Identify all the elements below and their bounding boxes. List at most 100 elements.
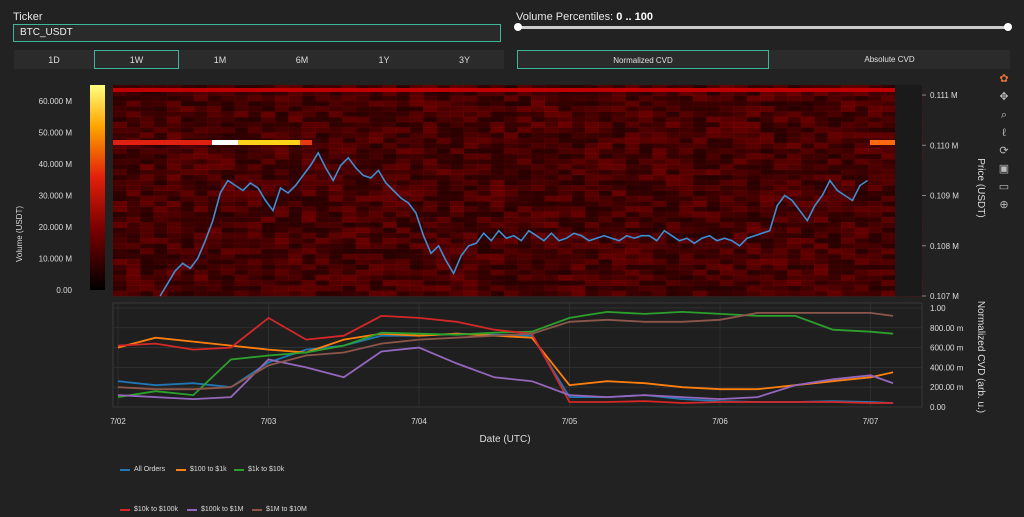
heatmap-cell xyxy=(274,116,289,123)
heatmap-cell xyxy=(450,222,465,228)
heatmap-cell xyxy=(719,248,734,255)
heatmap-cell xyxy=(288,127,303,133)
heatmap-cell xyxy=(504,137,518,144)
heatmap-cell xyxy=(787,95,802,102)
heatmap-cell xyxy=(665,259,680,265)
legend-item-s100k_1m[interactable]: $100k to $1M xyxy=(187,506,243,513)
heatmap-cell xyxy=(126,153,141,160)
heatmap-cell xyxy=(166,248,181,255)
heatmap-cell xyxy=(787,143,802,149)
heatmap-cell xyxy=(773,164,788,170)
heatmap-cell xyxy=(504,106,518,112)
heatmap-cell xyxy=(841,153,856,160)
heatmap-cell xyxy=(746,227,761,234)
heatmap-cell xyxy=(665,280,680,286)
heatmap-cell xyxy=(463,232,478,239)
heatmap-cell xyxy=(423,243,438,250)
heatmap-cell xyxy=(787,264,802,271)
heatmap-cell xyxy=(180,237,195,244)
heatmap-cell xyxy=(409,222,424,228)
heatmap-cell xyxy=(436,185,451,191)
heatmap-cell xyxy=(274,216,289,223)
legend-item-s1m_10m[interactable]: $1M to $10M xyxy=(252,506,307,513)
heatmap-cell xyxy=(207,201,222,207)
heatmap-cell xyxy=(126,269,141,276)
heatmap-cell xyxy=(180,222,195,228)
heatmap-cell xyxy=(409,137,424,144)
heatmap-cell xyxy=(166,185,181,191)
heatmap-cell xyxy=(166,158,181,165)
legend-item-s10k_100k[interactable]: $10k to $100k xyxy=(120,506,178,513)
legend-item-s100_1k[interactable]: $100 to $1k xyxy=(176,466,227,473)
heatmap-cell xyxy=(126,179,141,186)
heatmap-cell xyxy=(584,285,599,292)
heatmap-cell xyxy=(180,116,195,123)
heatmap-cell xyxy=(868,227,883,234)
heatmap-cell xyxy=(544,174,559,181)
heatmap-cell xyxy=(207,148,222,155)
heatmap-cell xyxy=(369,201,384,207)
heatmap-cell xyxy=(463,164,478,170)
heatmap-cell xyxy=(409,106,424,112)
heatmap-cell xyxy=(733,201,748,207)
heatmap-cell xyxy=(638,211,653,218)
heatmap-cell xyxy=(450,179,465,186)
heatmap-cell xyxy=(166,127,181,133)
heatmap-cell xyxy=(207,243,222,250)
heatmap-cell xyxy=(881,232,896,239)
heatmap-cell xyxy=(652,248,667,255)
heatmap-cell xyxy=(328,127,343,133)
heatmap-cell xyxy=(638,274,653,281)
heatmap-cell xyxy=(868,280,883,286)
heatmap-cell xyxy=(113,195,127,202)
heatmap-cell xyxy=(382,222,397,228)
heatmap-cell xyxy=(220,158,235,165)
heatmap-cell xyxy=(477,206,492,213)
heatmap-cell xyxy=(692,179,707,186)
heatmap-cell xyxy=(611,285,626,292)
heatmap-cell xyxy=(328,111,343,118)
heatmap-cell xyxy=(733,222,748,228)
heatmap-cell xyxy=(881,243,896,250)
heatmap-cell xyxy=(139,179,154,186)
heatmap-cell xyxy=(611,127,626,133)
heatmap-cell xyxy=(814,100,829,107)
heatmap-cell xyxy=(733,264,748,271)
heatmap-cell xyxy=(436,248,451,255)
heatmap-cell xyxy=(274,222,289,228)
heatmap-cell xyxy=(665,185,680,191)
heatmap-cell xyxy=(814,253,829,260)
heatmap-cell xyxy=(611,153,626,160)
heatmap-cell xyxy=(787,169,802,176)
heatmap-cell xyxy=(571,264,586,271)
heatmap-cell xyxy=(706,222,721,228)
heatmap-cell xyxy=(247,116,262,123)
heatmap-cell xyxy=(477,280,492,286)
heatmap-cell xyxy=(652,158,667,165)
heatmap-cell xyxy=(288,285,303,292)
heatmap-cell xyxy=(234,216,249,223)
heatmap-cell xyxy=(463,116,478,123)
heatmap-cell xyxy=(841,201,856,207)
heatmap-cell xyxy=(369,222,384,228)
heatmap-cell xyxy=(814,290,829,297)
heatmap-cell xyxy=(355,127,370,133)
heatmap-cell xyxy=(207,274,222,281)
heatmap-cell xyxy=(463,264,478,271)
heatmap-cell xyxy=(409,127,424,133)
heatmap-cell xyxy=(773,264,788,271)
legend-item-s1k_10k[interactable]: $1k to $10k xyxy=(234,466,284,473)
heatmap-cell xyxy=(247,243,262,250)
heatmap-cell xyxy=(153,179,168,186)
heatmap-cell xyxy=(193,222,208,228)
legend-item-all_orders[interactable]: All Orders xyxy=(120,466,165,473)
heatmap-cell xyxy=(247,158,262,165)
heatmap-cell xyxy=(584,201,599,207)
heatmap-cell xyxy=(247,211,262,218)
heatmap-cell xyxy=(868,243,883,250)
heatmap-cell xyxy=(530,211,545,218)
heatmap-cell xyxy=(733,121,748,128)
heatmap-cell xyxy=(396,148,411,155)
heatmap-cell xyxy=(382,121,397,128)
heatmap-cell xyxy=(328,116,343,123)
